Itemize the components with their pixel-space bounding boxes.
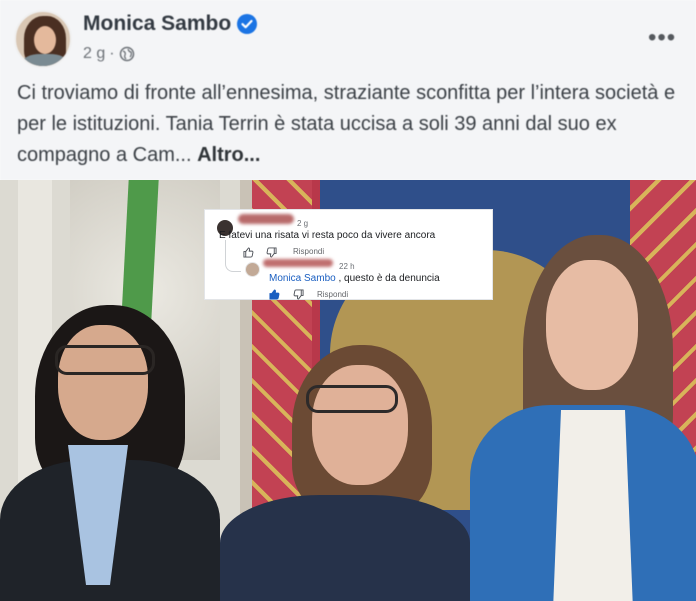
comment-text: E fatevi una risata vi resta poco da viv… [219,230,436,241]
comment-screenshot-overlay: 2 g E fatevi una risata vi resta poco da… [204,209,493,300]
reply-text: Monica Sambo , questo è da denuncia [269,273,440,284]
mention-link: Monica Sambo [269,273,336,284]
reply-link: Rispondi [293,247,325,256]
see-more-link[interactable]: Altro... [197,144,260,166]
redacted-name [238,214,294,224]
reply-time: 22 h [339,262,355,271]
meta-separator: · [109,45,115,62]
redacted-name [263,259,333,267]
like-icon [269,289,280,300]
dislike-icon [266,247,277,258]
post-text: Ci troviamo di fronte all’ennesima, stra… [17,78,677,171]
comment-time: 2 g [297,219,309,228]
reply-thread-line [225,240,241,272]
author-name[interactable]: Monica Sambo [83,12,231,36]
reply-body: , questo è da denuncia [335,273,440,284]
post-meta: 2 g · [83,45,135,63]
post-header: Monica Sambo 2 g · ••• Ci troviamo di fr… [0,0,696,180]
author-avatar[interactable] [14,10,72,68]
post-body: Ci troviamo di fronte all’ennesima, stra… [17,82,676,166]
dislike-icon [293,289,304,300]
reply-link: Rispondi [317,290,349,299]
like-icon [243,247,254,258]
post-time[interactable]: 2 g [83,45,105,63]
globe-icon [119,46,135,62]
reply-avatar [245,262,260,277]
more-icon[interactable]: ••• [648,24,676,52]
verified-icon [237,14,257,34]
